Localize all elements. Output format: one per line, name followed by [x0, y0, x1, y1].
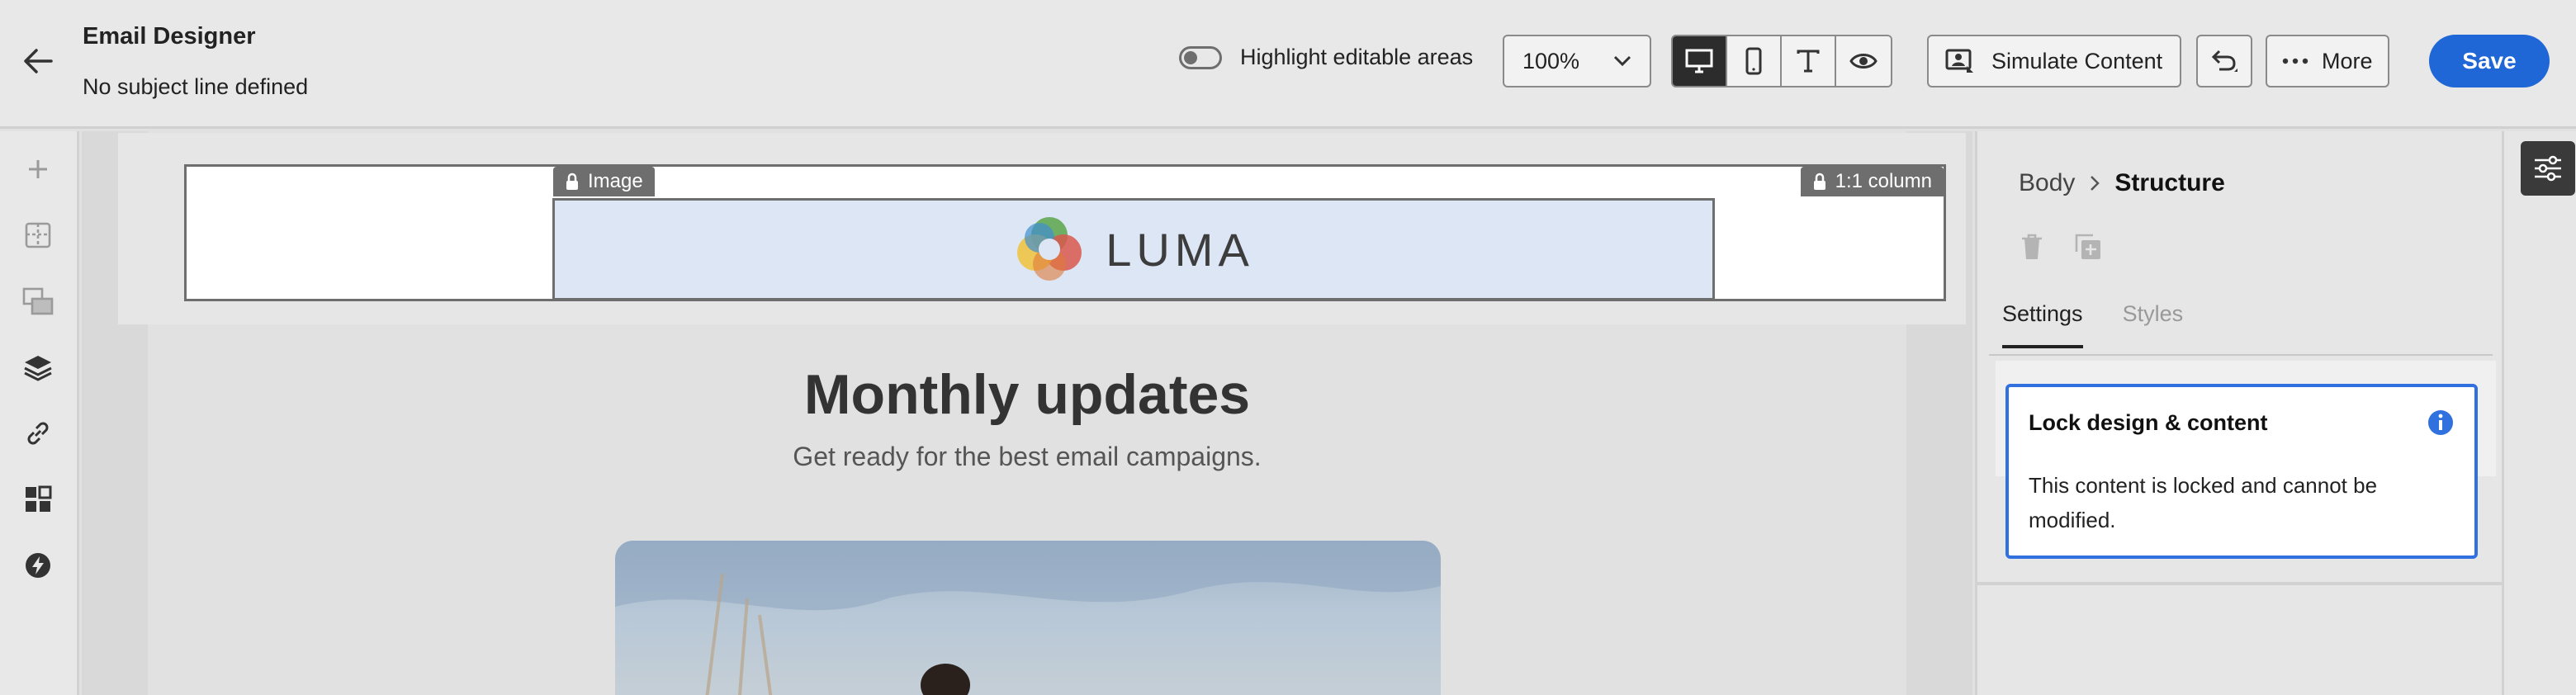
- hero-image[interactable]: [615, 541, 1441, 695]
- breadcrumb-structure: Structure: [2114, 169, 2225, 196]
- tab-styles[interactable]: Styles: [2123, 301, 2184, 348]
- lock-icon: [566, 173, 578, 190]
- panel-tabs: Settings Styles: [2002, 301, 2183, 348]
- desktop-view-button[interactable]: [1673, 36, 1727, 86]
- top-bar: Email Designer No subject line defined H…: [0, 0, 2576, 129]
- duplicate-icon[interactable]: [2073, 232, 2103, 262]
- logo-image-block[interactable]: LUMA: [552, 198, 1715, 300]
- simulate-label: Simulate Content: [1991, 48, 2163, 73]
- info-icon[interactable]: [2427, 409, 2455, 437]
- far-right-rail: [2502, 131, 2576, 695]
- back-arrow-icon[interactable]: [18, 41, 58, 81]
- simulate-icon: [1945, 49, 1973, 73]
- highlight-editable-toggle[interactable]: Highlight editable areas: [1179, 45, 1473, 70]
- luma-logo-icon: [1017, 217, 1082, 281]
- app-title: Email Designer: [83, 23, 256, 50]
- simulate-content-button[interactable]: Simulate Content: [1927, 35, 2181, 87]
- left-toolbar: [0, 131, 79, 695]
- zoom-value: 100%: [1522, 48, 1580, 73]
- subject-line: No subject line defined: [83, 74, 309, 99]
- layers-icon[interactable]: [20, 349, 56, 385]
- sliders-icon: [2535, 155, 2561, 182]
- lock-design-card: Lock design & content This content is lo…: [2005, 384, 2478, 559]
- undo-button[interactable]: [2196, 35, 2252, 87]
- eye-icon: [1849, 54, 1878, 69]
- breadcrumb-body[interactable]: Body: [2019, 169, 2075, 197]
- panel-actions: [2019, 232, 2103, 262]
- device-toggle-group: [1671, 35, 1892, 87]
- more-dots-icon: [2282, 58, 2308, 64]
- text-view-button[interactable]: [1782, 36, 1836, 86]
- properties-panel: Body Structure Settings Styles Lock desi…: [1975, 131, 2504, 695]
- breadcrumb: Body Structure: [2019, 169, 2225, 197]
- structure-1-1-column[interactable]: Image 1:1 column LUMA: [184, 164, 1946, 301]
- logo-text: LUMA: [1106, 223, 1254, 276]
- mobile-view-button[interactable]: [1727, 36, 1782, 86]
- link-icon[interactable]: [20, 415, 56, 452]
- image-tag-label: Image: [588, 170, 643, 192]
- image-tag: Image: [553, 167, 655, 196]
- column-tag-label: 1:1 column: [1835, 170, 1932, 192]
- chevron-right-icon: [2091, 176, 2100, 191]
- email-canvas: Monthly updates Get ready for the best e…: [82, 131, 1972, 695]
- structure-icon[interactable]: [20, 217, 56, 253]
- panel-divider: [1977, 582, 2504, 585]
- header-section: Image 1:1 column LUMA: [118, 133, 1966, 324]
- column-tag: 1:1 column: [1800, 167, 1944, 196]
- desktop-icon: [1685, 49, 1713, 73]
- lock-description: This content is locked and cannot be mod…: [2029, 473, 2378, 532]
- highlight-label: Highlight editable areas: [1240, 45, 1474, 69]
- tabs-divider: [1989, 354, 2493, 356]
- components-icon[interactable]: [20, 481, 56, 518]
- lock-title: Lock design & content: [2029, 410, 2268, 435]
- fragments-lightning-icon[interactable]: [20, 547, 56, 584]
- delete-icon[interactable]: [2019, 232, 2045, 262]
- assets-icon[interactable]: [20, 283, 56, 319]
- zoom-select[interactable]: 100%: [1503, 35, 1651, 87]
- lock-icon: [1813, 173, 1825, 190]
- preview-button[interactable]: [1836, 36, 1891, 86]
- more-label: More: [2322, 48, 2373, 73]
- toggle-switch[interactable]: [1179, 45, 1222, 69]
- email-heading[interactable]: Monthly updates: [148, 362, 1906, 427]
- tab-settings[interactable]: Settings: [2002, 301, 2083, 348]
- email-subheading[interactable]: Get ready for the best email campaigns.: [148, 442, 1906, 472]
- add-icon[interactable]: [20, 151, 56, 187]
- chevron-down-icon: [1613, 55, 1631, 67]
- undo-icon: [2211, 50, 2237, 72]
- text-icon: [1797, 50, 1820, 73]
- mobile-icon: [1745, 47, 1762, 75]
- more-button[interactable]: More: [2266, 35, 2389, 87]
- save-button[interactable]: Save: [2429, 35, 2550, 87]
- properties-toggle-button[interactable]: [2521, 141, 2575, 196]
